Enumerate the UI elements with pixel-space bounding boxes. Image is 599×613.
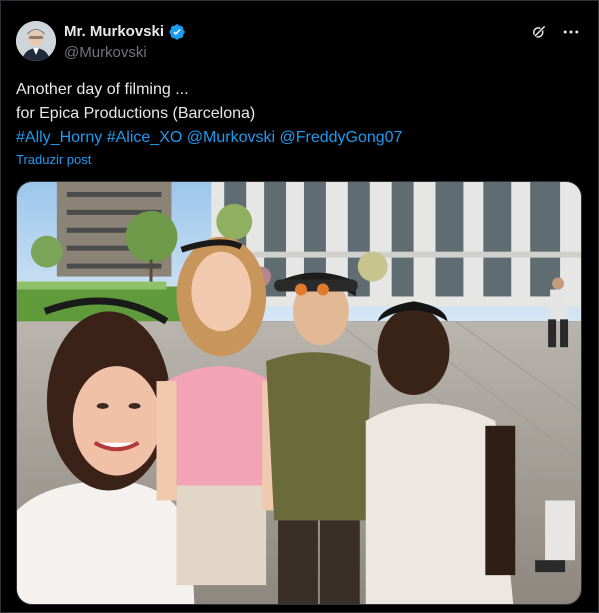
translate-post-link[interactable]: Traduzir post (16, 152, 91, 167)
hashtag-link[interactable]: #Ally_Horny (16, 129, 102, 146)
top-actions (528, 21, 582, 43)
hashtag-link[interactable]: #Alice_XO (107, 129, 183, 146)
mention-link[interactable]: @FreddyGong07 (279, 129, 402, 146)
grok-icon[interactable] (528, 21, 550, 43)
avatar[interactable] (16, 21, 56, 61)
author-block: Mr. Murkovski @Murkovski (64, 23, 186, 62)
tweet-tags-line: #Ally_Horny #Alice_XO @Murkovski @Freddy… (16, 126, 584, 150)
photo-illustration (17, 182, 581, 604)
mention-link[interactable]: @Murkovski (187, 129, 275, 146)
handle[interactable]: @Murkovski (64, 44, 186, 62)
more-icon[interactable] (560, 21, 582, 43)
display-name[interactable]: Mr. Murkovski (64, 23, 164, 41)
verified-badge-icon[interactable] (168, 23, 186, 41)
tweet-text: Another day of filming ... for Epica Pro… (16, 78, 584, 150)
tweet-card[interactable]: Mr. Murkovski @Murkovski Another day of … (0, 0, 599, 613)
tweet-line-1: Another day of filming ... (16, 81, 189, 98)
name-row: Mr. Murkovski (64, 23, 186, 41)
media-photo[interactable] (16, 181, 582, 605)
tweet-line-2: for Epica Productions (Barcelona) (16, 105, 256, 122)
avatar-image (16, 21, 56, 61)
